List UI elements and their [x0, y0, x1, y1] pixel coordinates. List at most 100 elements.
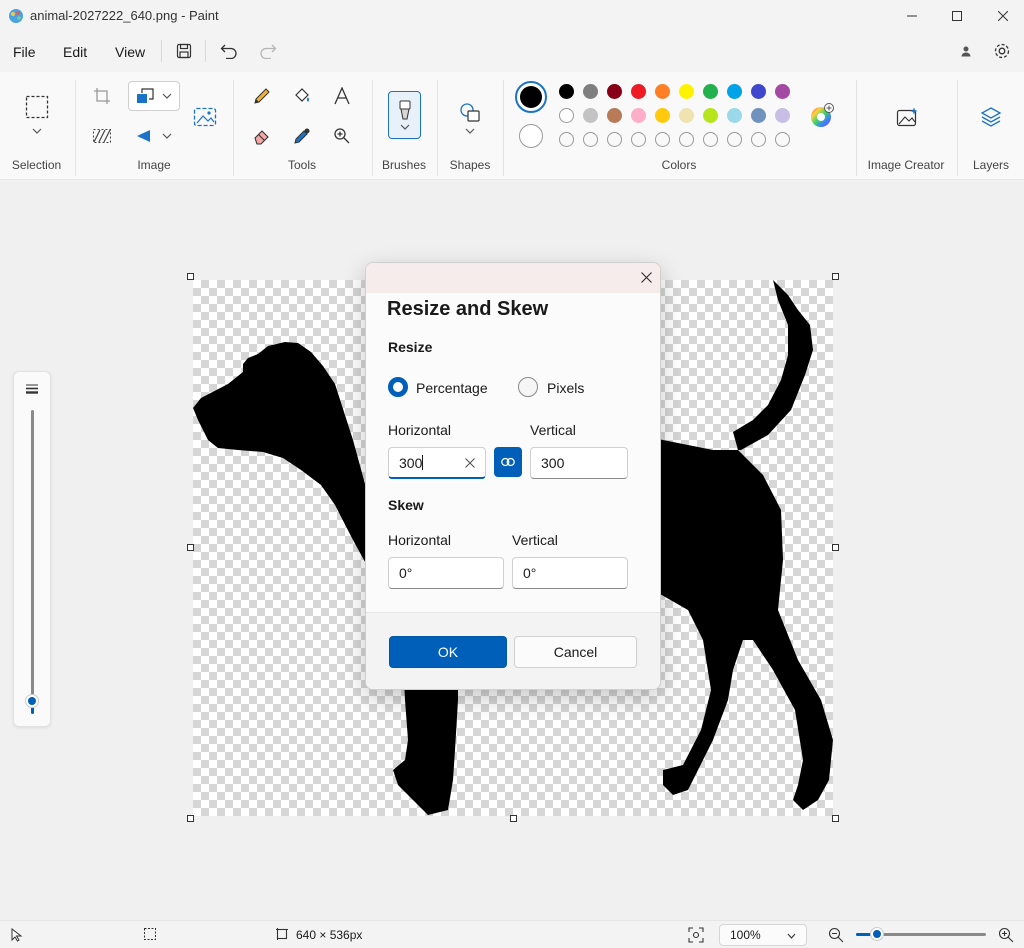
- redo-button[interactable]: [256, 40, 280, 62]
- color-swatch[interactable]: [655, 84, 670, 99]
- empty-color-swatch[interactable]: [679, 132, 694, 147]
- zoom-in-button[interactable]: [998, 927, 1014, 943]
- account-button[interactable]: [954, 40, 978, 62]
- resize-horizontal-input[interactable]: 300: [388, 447, 486, 479]
- empty-color-swatch[interactable]: [583, 132, 598, 147]
- color-swatch[interactable]: [703, 84, 718, 99]
- color-swatch[interactable]: [583, 108, 598, 123]
- dialog-close-button[interactable]: [637, 268, 655, 286]
- maximize-button[interactable]: [934, 0, 980, 32]
- color-swatch[interactable]: [751, 108, 766, 123]
- fit-to-window-button[interactable]: [688, 927, 704, 943]
- pixels-label[interactable]: Pixels: [547, 380, 584, 396]
- color-swatch[interactable]: [607, 84, 622, 99]
- color-swatch[interactable]: [679, 84, 694, 99]
- crop-button[interactable]: [88, 82, 116, 110]
- minimize-button[interactable]: [889, 0, 935, 32]
- ribbon: Selection Image Tools Brushes Shapes Col…: [0, 72, 1024, 180]
- skew-vertical-input[interactable]: 0°: [512, 557, 628, 589]
- selection-size-icon: [144, 928, 156, 940]
- zoom-out-button[interactable]: [828, 927, 844, 943]
- percentage-label[interactable]: Percentage: [416, 380, 488, 396]
- empty-color-swatch[interactable]: [727, 132, 742, 147]
- percentage-radio[interactable]: [388, 377, 408, 397]
- color-swatch[interactable]: [679, 108, 694, 123]
- menu-file[interactable]: File: [13, 44, 36, 60]
- color-wheel-icon: [811, 103, 834, 127]
- resize-handle-bottom[interactable]: [510, 815, 517, 822]
- color-swatch[interactable]: [775, 84, 790, 99]
- resize-handle-top-left[interactable]: [187, 273, 194, 280]
- color-swatch[interactable]: [559, 108, 574, 123]
- resize-handle-left[interactable]: [187, 544, 194, 551]
- primary-color-button[interactable]: [515, 81, 547, 113]
- eraser-button[interactable]: [248, 122, 276, 150]
- shapes-button[interactable]: [455, 94, 485, 142]
- chevron-down-icon[interactable]: [32, 128, 42, 134]
- empty-color-swatch[interactable]: [751, 132, 766, 147]
- flip-button[interactable]: [128, 122, 180, 150]
- color-swatch[interactable]: [775, 108, 790, 123]
- empty-color-swatch[interactable]: [631, 132, 646, 147]
- fill-button[interactable]: [288, 82, 316, 110]
- pixels-radio[interactable]: [518, 377, 538, 397]
- skew-horizontal-input[interactable]: 0°: [388, 557, 504, 589]
- brushes-button[interactable]: [388, 91, 421, 139]
- secondary-color-button[interactable]: [519, 124, 543, 148]
- resize-handle-top-right[interactable]: [832, 273, 839, 280]
- color-swatch[interactable]: [655, 108, 670, 123]
- lock-aspect-ratio-button[interactable]: [494, 447, 522, 477]
- color-swatch[interactable]: [631, 84, 646, 99]
- color-swatch[interactable]: [703, 108, 718, 123]
- close-window-button[interactable]: [980, 0, 1024, 32]
- resize-vertical-input[interactable]: 300: [530, 447, 628, 479]
- color-picker-button[interactable]: [288, 122, 316, 150]
- color-swatch[interactable]: [631, 108, 646, 123]
- color-swatch[interactable]: [607, 108, 622, 123]
- color-swatch[interactable]: [727, 108, 742, 123]
- save-button[interactable]: [172, 40, 196, 62]
- magic-select-icon: [93, 129, 111, 143]
- edit-colors-button[interactable]: [809, 103, 835, 129]
- pencil-button[interactable]: [248, 82, 276, 110]
- empty-color-swatch[interactable]: [775, 132, 790, 147]
- select-all-button[interactable]: [88, 122, 116, 150]
- remove-background-button[interactable]: [190, 102, 220, 132]
- color-swatch[interactable]: [559, 84, 574, 99]
- group-label-image: Image: [137, 158, 171, 172]
- empty-color-swatch[interactable]: [559, 132, 574, 147]
- slider-track[interactable]: [31, 410, 34, 706]
- skew-vertical-value: 0°: [523, 565, 537, 581]
- resize-handle-right[interactable]: [832, 544, 839, 551]
- menu-view[interactable]: View: [115, 44, 145, 60]
- empty-color-swatch[interactable]: [607, 132, 622, 147]
- undo-button[interactable]: [217, 40, 241, 62]
- link-icon: [501, 457, 515, 467]
- ok-button[interactable]: OK: [389, 636, 507, 668]
- settings-button[interactable]: [990, 40, 1014, 62]
- color-swatch[interactable]: [751, 84, 766, 99]
- rectangle-select-icon: [25, 95, 49, 119]
- empty-color-swatch[interactable]: [703, 132, 718, 147]
- color-swatch[interactable]: [583, 84, 598, 99]
- zoom-dropdown[interactable]: 100%: [719, 924, 807, 946]
- menu-edit[interactable]: Edit: [63, 44, 87, 60]
- resize-button[interactable]: [128, 81, 180, 111]
- slider-thumb[interactable]: [25, 694, 39, 708]
- color-swatch[interactable]: [727, 84, 742, 99]
- cancel-button[interactable]: Cancel: [514, 636, 637, 668]
- layers-button[interactable]: [976, 102, 1006, 132]
- resize-handle-bottom-left[interactable]: [187, 815, 194, 822]
- zoom-in-icon: [998, 927, 1014, 943]
- text-button[interactable]: [328, 82, 356, 110]
- zoom-slider-thumb[interactable]: [870, 927, 884, 941]
- pointer-icon: [11, 928, 23, 942]
- empty-color-swatch[interactable]: [655, 132, 670, 147]
- clear-icon[interactable]: [465, 458, 475, 468]
- zoom-value: 100%: [730, 928, 761, 942]
- resize-handle-bottom-right[interactable]: [832, 815, 839, 822]
- selection-tool-button[interactable]: [22, 92, 52, 122]
- image-creator-button[interactable]: [892, 102, 922, 132]
- magnifier-button[interactable]: [328, 122, 356, 150]
- resize-horizontal-label: Horizontal: [388, 422, 452, 438]
